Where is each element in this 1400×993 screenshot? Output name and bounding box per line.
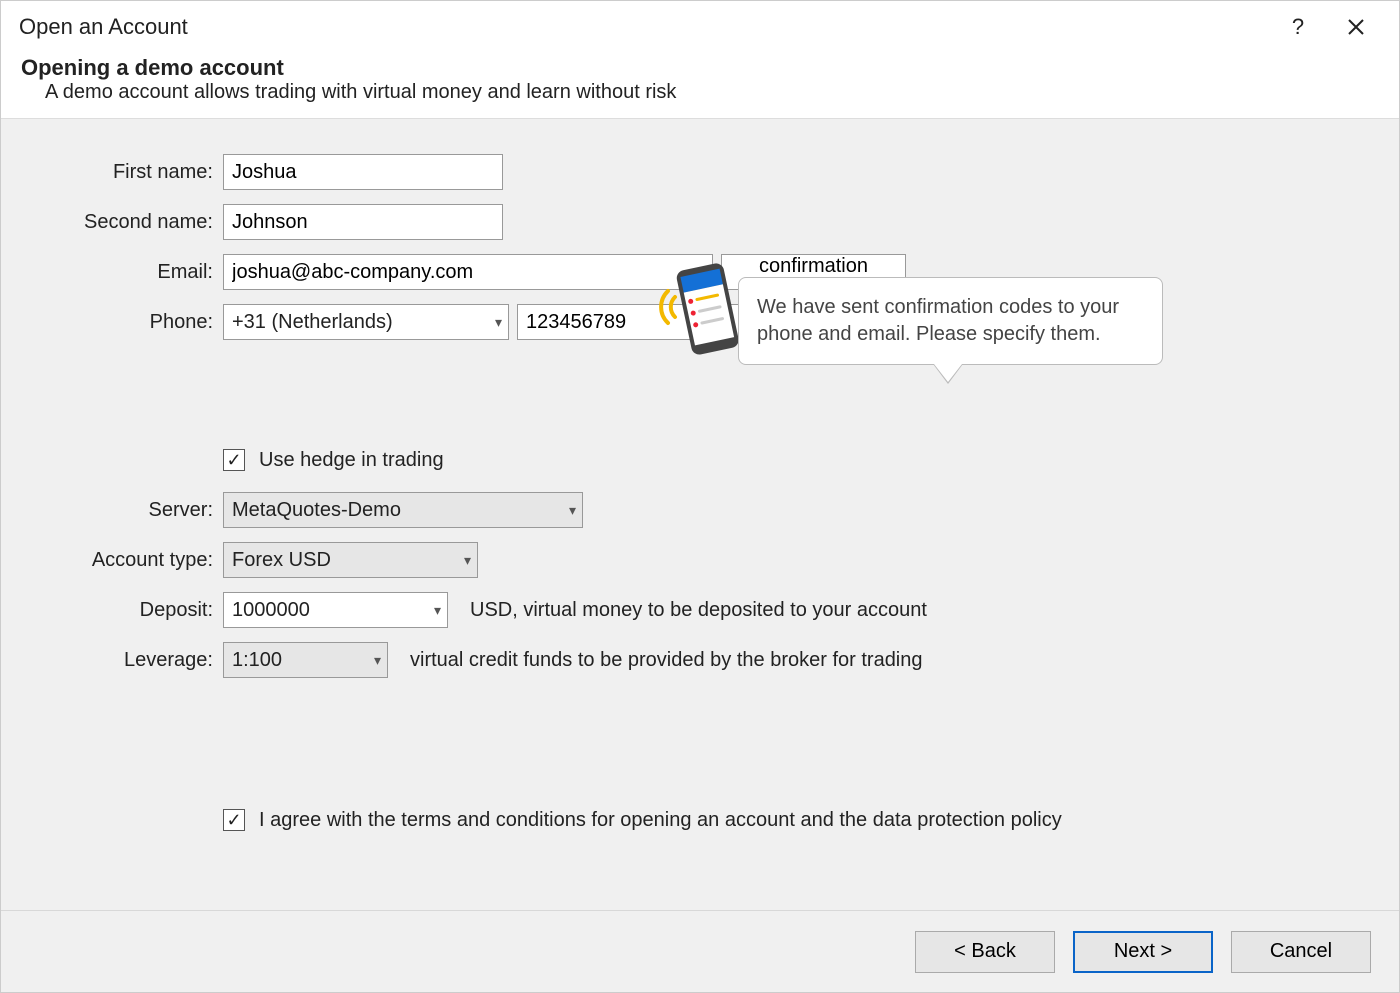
cancel-button[interactable]: Cancel [1231, 931, 1371, 973]
phone-label: Phone: [1, 311, 223, 334]
next-button[interactable]: Next > [1073, 931, 1213, 973]
agree-checkbox[interactable]: ✓ [223, 809, 245, 831]
account-type-label: Account type: [1, 549, 223, 572]
titlebar: Open an Account ? [1, 1, 1399, 47]
chevron-down-icon: ▾ [464, 552, 471, 569]
account-form: First name: Second name: Email: confirma… [1, 147, 1399, 845]
hedge-label: Use hedge in trading [259, 449, 444, 472]
second-name-input[interactable] [223, 204, 503, 240]
deposit-label: Deposit: [1, 599, 223, 622]
deposit-value: 1000000 [232, 599, 310, 622]
server-label: Server: [1, 499, 223, 522]
agree-label: I agree with the terms and conditions fo… [259, 809, 1062, 832]
window-title: Open an Account [19, 14, 1269, 40]
account-type-select[interactable]: Forex USD ▾ [223, 542, 478, 578]
close-button[interactable] [1327, 9, 1385, 45]
confirmation-tooltip-text: We have sent confirmation codes to your … [757, 296, 1119, 345]
chevron-down-icon: ▾ [569, 502, 576, 519]
dialog-footer: < Back Next > Cancel [1, 910, 1399, 992]
help-button[interactable]: ? [1269, 9, 1327, 45]
chevron-down-icon: ▾ [374, 652, 381, 669]
confirmation-tooltip: We have sent confirmation codes to your … [738, 277, 1163, 365]
leverage-label: Leverage: [1, 649, 223, 672]
close-icon [1347, 18, 1365, 36]
server-select[interactable]: MetaQuotes-Demo ▾ [223, 492, 583, 528]
server-value: MetaQuotes-Demo [232, 499, 401, 522]
leverage-hint: virtual credit funds to be provided by t… [410, 649, 923, 672]
dialog-header: Opening a demo account A demo account al… [1, 47, 1399, 118]
deposit-combo[interactable]: 1000000 ▾ [223, 592, 448, 628]
first-name-input[interactable] [223, 154, 503, 190]
leverage-select[interactable]: 1:100 ▾ [223, 642, 388, 678]
chevron-down-icon: ▾ [434, 602, 441, 619]
account-type-value: Forex USD [232, 549, 331, 572]
chevron-down-icon: ▾ [495, 314, 502, 331]
header-subtitle: A demo account allows trading with virtu… [21, 81, 1379, 104]
back-button[interactable]: < Back [915, 931, 1055, 973]
leverage-value: 1:100 [232, 649, 282, 672]
deposit-hint: USD, virtual money to be deposited to yo… [470, 599, 927, 622]
open-account-dialog: Open an Account ? Opening a demo account… [0, 0, 1400, 993]
phone-country-value: +31 (Netherlands) [232, 311, 393, 334]
email-input[interactable] [223, 254, 713, 290]
hedge-checkbox[interactable]: ✓ [223, 449, 245, 471]
phone-country-select[interactable]: +31 (Netherlands) ▾ [223, 304, 509, 340]
second-name-label: Second name: [1, 211, 223, 234]
dialog-body: First name: Second name: Email: confirma… [1, 118, 1399, 910]
header-title: Opening a demo account [21, 55, 1379, 81]
first-name-label: First name: [1, 161, 223, 184]
email-label: Email: [1, 261, 223, 284]
phone-illustration [658, 261, 738, 361]
